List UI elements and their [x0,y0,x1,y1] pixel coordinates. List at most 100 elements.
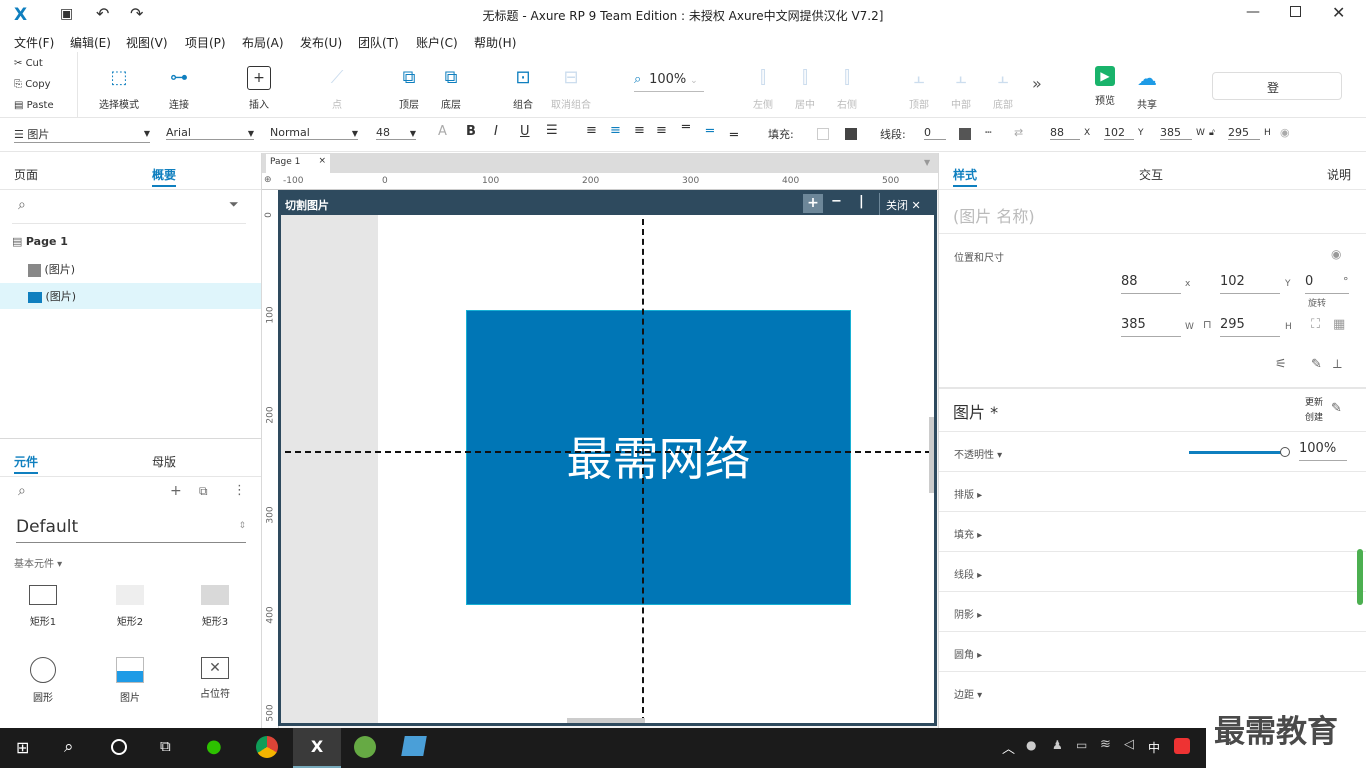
dialog-close-button[interactable]: 关闭 ✕ [879,193,927,215]
section-typography[interactable]: 排版 ▸ [954,486,982,501]
vertical-slice-guide[interactable] [642,219,644,723]
tab-style[interactable]: 样式 [953,166,978,187]
more-vertical-icon[interactable]: ⋮ [233,483,246,498]
zoom-control[interactable]: ⌕ 100% ⌄ [634,72,704,92]
fill-color-swatch[interactable] [817,128,829,140]
library-select[interactable]: Default ⇕ [16,517,246,543]
ruler-origin-icon[interactable]: ⊕ [264,175,272,185]
y-input[interactable]: 102 [1220,274,1280,294]
outline-item-image-2[interactable]: (图片) [0,283,261,309]
wechat-icon[interactable]: ● [206,736,222,757]
library-menu-icon[interactable]: ⧉ [199,484,208,499]
widget-search-icon[interactable]: ⌕ [18,483,26,499]
opacity-input[interactable]: 100% [1299,441,1347,461]
justify-text-icon[interactable]: ≡ [656,123,667,138]
align-text-center-icon[interactable]: ≡ [610,123,621,138]
fit-content-icon[interactable]: ⛶ [1311,317,1320,332]
minimize-icon[interactable]: — [1246,4,1260,20]
opacity-label[interactable]: 不透明性 ▾ [954,446,1002,461]
canvas-scrollbar-v[interactable] [929,417,934,493]
chrome-icon[interactable] [256,736,278,758]
connect-button[interactable]: ⊶ 连接 [144,66,214,111]
opacity-slider-thumb[interactable] [1280,447,1290,457]
login-button[interactable]: 登 [1212,72,1342,100]
tray-wechat-icon[interactable]: ● [1026,738,1036,752]
h-input[interactable]: 295 [1220,317,1280,337]
align-right-button[interactable]: ⫿ 右侧 [812,66,882,111]
point-button[interactable]: ⟋ 点 [302,66,372,111]
create-style-link[interactable]: 创建 [1305,410,1323,423]
style-name[interactable]: 图片 * [953,399,998,423]
valign-bottom-icon[interactable]: ═ [730,128,738,143]
tab-outline[interactable]: 概要 [152,166,177,187]
tray-device-icon[interactable]: ▭ [1076,738,1087,752]
format-w-input[interactable]: 385 [1160,126,1192,140]
edit-icon[interactable]: ✎ [1311,357,1322,372]
widget-circle[interactable]: 圆形 [13,657,73,704]
tab-notes[interactable]: 说明 [1327,166,1351,183]
stroke-pattern-icon[interactable]: ┅ [985,126,992,139]
grid-fit-icon[interactable]: ▦ [1333,317,1345,332]
align-text-right-icon[interactable]: ≡ [634,123,645,138]
bamboo-app-icon[interactable] [354,736,376,758]
vertical-slice-icon[interactable]: | [859,194,864,209]
format-x-input[interactable]: 88 [1050,126,1080,140]
windows-start-icon[interactable]: ⊞ [16,738,29,757]
visibility-icon[interactable]: ◉ [1280,126,1290,139]
shadow-swatch[interactable] [845,128,857,140]
italic-icon[interactable]: I [494,124,498,139]
widget-rect1[interactable]: 矩形1 [13,585,73,628]
page-tab[interactable]: Page 1 × [266,154,330,173]
opacity-slider[interactable] [1189,447,1290,457]
visibility-toggle-icon[interactable]: ◉ [1331,247,1341,261]
font-size-select[interactable]: 48 ▼ [376,126,416,140]
close-window-icon[interactable]: ✕ [1332,3,1345,22]
format-y-input[interactable]: 102 [1104,126,1134,140]
bold-icon[interactable]: B [466,124,476,139]
menu-view[interactable]: 视图(V) [126,34,168,51]
tray-up-icon[interactable]: ︿ [1002,738,1015,757]
slice-target-image[interactable]: 最需网络 [466,310,851,605]
menu-publish[interactable]: 发布(U) [300,34,342,51]
widget-name-input[interactable]: (图片 名称) [953,203,1035,227]
align-text-left-icon[interactable]: ≡ [586,123,597,138]
horizontal-slice-icon[interactable]: − [831,194,842,209]
maximize-icon[interactable] [1290,6,1301,17]
style-edit-icon[interactable]: ✎ [1331,401,1342,416]
update-style-link[interactable]: 更新 [1305,395,1323,408]
menu-file[interactable]: 文件(F) [14,34,54,51]
underline-icon[interactable]: U [520,124,530,139]
inspector-scrollbar[interactable] [1357,549,1363,605]
align-bottom-button[interactable]: ⫠ 底部 [968,66,1038,111]
tab-widgets[interactable]: 元件 [14,453,39,474]
add-library-icon[interactable]: + [170,483,182,499]
tray-qq-icon[interactable]: ♟ [1052,738,1063,752]
menu-account[interactable]: 账户(C) [416,34,458,51]
axure-task-icon[interactable]: X [293,728,341,768]
stroke-color-swatch[interactable] [959,128,971,140]
more-icon[interactable]: » [1032,74,1042,93]
tab-pages[interactable]: 页面 [14,166,38,183]
outline-search-icon[interactable]: ⌕ [18,197,26,213]
w-input[interactable]: 385 [1121,317,1181,337]
font-weight-select[interactable]: Normal ▼ [270,126,358,140]
sogou-icon[interactable] [1174,738,1190,754]
task-view-icon[interactable]: ⧉ [160,737,171,755]
tab-interactions[interactable]: 交互 [1139,166,1163,183]
notepad-app-icon[interactable] [401,736,427,756]
widget-section-title[interactable]: 基本元件 ▾ [14,555,62,570]
menu-project[interactable]: 项目(P) [185,34,226,51]
menu-help[interactable]: 帮助(H) [474,34,516,51]
cortana-icon[interactable] [111,739,127,755]
paste-button[interactable]: ▤ Paste [14,100,54,111]
ime-indicator[interactable]: 中 [1148,739,1160,756]
share-button[interactable]: ☁ 共享 [1112,66,1182,111]
horizontal-slice-guide[interactable] [285,451,931,453]
x-input[interactable]: 88 [1121,274,1181,294]
section-border[interactable]: 线段 ▸ [954,566,982,581]
section-padding[interactable]: 边距 ▾ [954,686,982,701]
lock-icon[interactable]: 🔓︎ [1209,128,1215,138]
widget-placeholder[interactable]: ✕ 占位符 [185,657,245,700]
section-fill[interactable]: 填充 ▸ [954,526,982,541]
widget-image[interactable]: 图片 [100,657,160,704]
